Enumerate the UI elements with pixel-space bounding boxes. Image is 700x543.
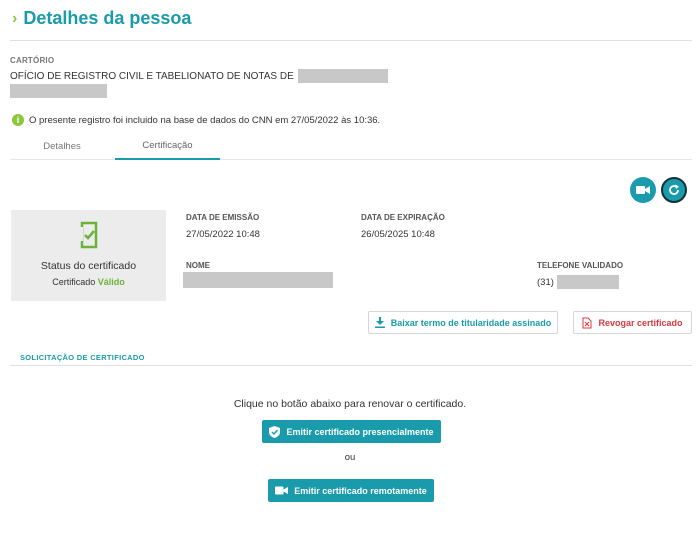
issue-in-person-button[interactable]: Emitir certificado presencialmente	[262, 420, 441, 443]
tab-bar: Detalhes Certificação	[10, 133, 692, 160]
expiracao-label: DATA DE EXPIRAÇÃO	[361, 213, 445, 222]
tab-certificacao[interactable]: Certificação	[115, 133, 220, 160]
emissao-label: DATA DE EMISSÃO	[186, 213, 260, 222]
telefone-value: (31)	[537, 275, 619, 289]
video-camera-icon	[275, 486, 289, 495]
renew-instruction: Clique no botão abaixo para renovar o ce…	[233, 398, 467, 410]
refresh-button[interactable]	[661, 177, 687, 203]
certificate-status-card: Status do certificado Certificado Válido	[11, 210, 166, 301]
download-term-label: Baixar termo de titularidade assinado	[390, 317, 552, 328]
revoke-certificate-button[interactable]: Revogar certificado	[573, 311, 692, 334]
shield-check-icon	[269, 425, 281, 438]
status-prefix: Certificado	[52, 277, 96, 287]
video-call-button[interactable]	[630, 177, 656, 203]
status-title: Status do certificado	[40, 260, 137, 272]
info-text: O presente registro foi incluido na base…	[29, 114, 381, 126]
divider	[10, 365, 692, 366]
page-title: Detalhes da pessoa	[23, 8, 192, 28]
issue-remote-label: Emitir certificado remotamente	[294, 485, 427, 496]
expiracao-value: 26/05/2025 10:48	[361, 229, 435, 240]
status-subtitle: Certificado Válido	[11, 277, 166, 287]
cartorio-name-text: OFÍCIO DE REGISTRO CIVIL E TABELIONATO D…	[10, 70, 294, 82]
divider	[10, 40, 692, 41]
nome-label: NOME	[186, 261, 210, 270]
revoke-document-icon	[582, 317, 592, 328]
redacted-block	[10, 84, 107, 98]
redacted-block	[297, 69, 388, 83]
redacted-phone	[556, 275, 619, 289]
chevron-right-icon: ›	[12, 9, 18, 27]
issue-in-person-label: Emitir certificado presencialmente	[286, 426, 434, 437]
redacted-name	[183, 272, 333, 288]
info-icon: i	[12, 114, 24, 126]
solicitacao-section-title: SOLICITAÇÃO DE CERTIFICADO	[20, 353, 145, 362]
refresh-icon	[669, 184, 679, 195]
issue-remote-button[interactable]: Emitir certificado remotamente	[268, 479, 434, 502]
download-term-button[interactable]: Baixar termo de titularidade assinado	[368, 311, 558, 334]
status-badge: Válido	[97, 277, 125, 287]
telefone-prefix: (31)	[537, 276, 554, 288]
or-separator: ou	[344, 452, 356, 463]
cartorio-label: CARTÓRIO	[10, 56, 55, 65]
telefone-label: TELEFONE VALIDADO	[537, 261, 624, 270]
tab-detalhes[interactable]: Detalhes	[10, 133, 114, 160]
video-camera-icon	[636, 186, 650, 194]
info-message: i O presente registro foi incluido na ba…	[12, 114, 380, 126]
page-header: › Detalhes da pessoa	[12, 8, 191, 29]
cartorio-name: OFÍCIO DE REGISTRO CIVIL E TABELIONATO D…	[10, 69, 388, 83]
download-icon	[374, 317, 385, 328]
emissao-value: 27/05/2022 10:48	[186, 229, 260, 240]
phone-check-icon	[78, 221, 98, 249]
revoke-certificate-label: Revogar certificado	[598, 317, 683, 328]
